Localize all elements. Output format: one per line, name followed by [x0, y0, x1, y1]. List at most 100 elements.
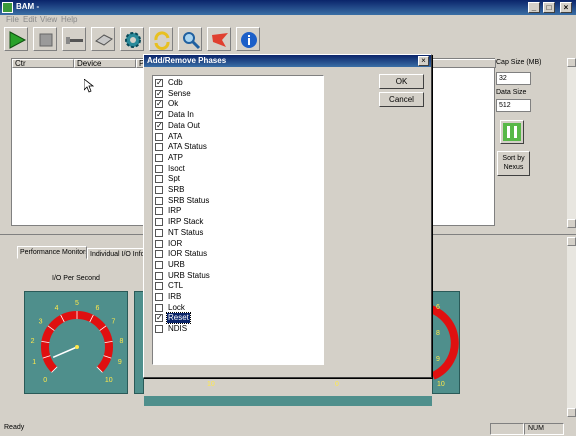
phase-checkbox[interactable] [155, 196, 163, 205]
io-gauge: 0 1 2 3 4 5 6 7 8 9 10 [24, 291, 128, 394]
gauge-3-tick-10: 10 [437, 381, 445, 388]
tab-performance-monitors[interactable]: Performance Monitors [17, 246, 87, 259]
gauge-3-tick-8: 8 [436, 330, 440, 337]
phase-checkbox[interactable] [155, 325, 163, 334]
tab-individual-io[interactable]: Individual I/O Infor [87, 248, 145, 260]
phase-checkbox[interactable]: ✓ [155, 79, 163, 87]
phase-checkbox[interactable]: ✓ [155, 314, 163, 323]
connect-button[interactable] [62, 27, 86, 51]
phase-label: CTL [168, 281, 184, 291]
phase-label: URB [168, 259, 185, 269]
phase-label: ATA [168, 131, 183, 141]
search-button[interactable] [178, 27, 202, 51]
gauge-dial: 0 1 2 3 4 5 6 7 8 9 10 [31, 300, 124, 384]
info-button[interactable] [236, 27, 260, 51]
phase-checkbox[interactable] [155, 250, 163, 259]
search-icon [183, 32, 201, 50]
cable-icon [66, 37, 83, 44]
phase-label: Spt [168, 174, 181, 184]
phase-checkbox[interactable] [155, 260, 163, 269]
gauge-3-tick-6: 6 [436, 304, 440, 311]
phase-label: NT Status [168, 227, 204, 237]
start-button[interactable] [4, 27, 28, 51]
data-size-input[interactable]: 512 [496, 99, 531, 112]
menu-view[interactable]: View [40, 15, 57, 24]
phase-checkbox[interactable] [155, 282, 163, 291]
maximize-button[interactable]: □ [543, 2, 555, 13]
dialog-close-button[interactable]: × [418, 56, 429, 66]
phase-checkbox[interactable] [155, 239, 163, 248]
flag-button[interactable] [207, 27, 231, 51]
gauge-tick-label: 5 [75, 300, 79, 307]
phase-checkbox[interactable] [155, 132, 163, 141]
status-panel-empty [490, 423, 524, 435]
phase-label: ATP [168, 152, 183, 162]
refresh-button[interactable] [149, 27, 173, 51]
lower-scroll-down[interactable] [567, 408, 576, 417]
phase-label: IOR Status [168, 249, 208, 259]
ok-button[interactable]: OK [379, 74, 424, 89]
cap-size-input[interactable]: 32 [496, 72, 531, 85]
phase-checkbox[interactable] [155, 164, 163, 173]
phase-label: IRP Stack [168, 217, 204, 227]
phase-checkbox[interactable] [155, 228, 163, 237]
phase-checkbox[interactable] [155, 153, 163, 162]
sort-by-nexus-button[interactable]: Sort by Nexus [497, 151, 530, 176]
menu-help[interactable]: Help [61, 15, 77, 24]
phase-checkbox[interactable] [155, 175, 163, 184]
status-text: Ready [4, 424, 25, 431]
phase-checkbox[interactable]: ✓ [155, 100, 163, 109]
phase-checkbox[interactable]: ✓ [155, 121, 163, 130]
stop-button[interactable] [33, 27, 57, 51]
phase-checkbox[interactable] [155, 303, 163, 312]
phase-checkbox[interactable]: ✓ [155, 89, 163, 98]
phase-label: ATA Status [168, 142, 207, 152]
pause-icon [503, 123, 521, 141]
phase-checkbox[interactable] [155, 293, 163, 301]
gauge-tick-label: 8 [119, 338, 123, 345]
column-header-ctr[interactable]: Ctr [12, 59, 74, 68]
phase-label: URB Status [168, 270, 210, 280]
phase-checkbox[interactable] [155, 143, 163, 152]
gauge-tick-label: 4 [55, 305, 59, 312]
lower-scroll-up[interactable] [567, 237, 576, 246]
gauge-tick-label: 2 [31, 338, 35, 345]
pause-button[interactable] [500, 120, 524, 144]
minimize-button[interactable]: _ [528, 2, 540, 13]
dialog-title: Add/Remove Phases [144, 55, 431, 67]
cancel-button[interactable]: Cancel [379, 92, 424, 107]
column-header-device[interactable]: Device [74, 59, 136, 68]
phase-checkbox[interactable] [155, 218, 163, 227]
phases-checklist[interactable]: ✓ Cdb ✓ Sense ✓ Ok ✓ Data In ✓ Data Out ATA ATA Sta… [152, 75, 324, 365]
phase-checkbox[interactable] [155, 271, 163, 280]
menu-edit[interactable]: Edit [23, 15, 37, 24]
scroll-down-button[interactable] [567, 219, 576, 228]
gauge-tick-label: 1 [32, 359, 36, 366]
scroll-up-button[interactable] [567, 58, 576, 67]
phase-label: SRB [168, 185, 185, 194]
gauge-strip [144, 396, 432, 406]
lower-scrollbar[interactable] [567, 237, 576, 417]
phase-label: NDIS [168, 324, 188, 334]
title-bar: BAM - _ □ × [0, 0, 576, 15]
settings-button[interactable] [120, 27, 144, 51]
phase-checkbox[interactable] [155, 186, 163, 194]
phase-checkbox[interactable] [155, 207, 163, 216]
phase-label: Lock [168, 302, 185, 312]
cap-size-label: Cap Size (MB) [496, 59, 542, 66]
phase-label: Sense [168, 88, 191, 98]
phase-label: Reset [166, 312, 191, 325]
menu-file[interactable]: File [6, 15, 19, 24]
add-remove-phases-dialog: Add/Remove Phases × ✓ Cdb ✓ Sense ✓ Ok ✓ Data I… [143, 54, 432, 378]
gauge-needle [52, 346, 78, 359]
gauge-3: 6 8 9 [432, 291, 460, 394]
sort-button-line-1: Sort by [502, 155, 525, 162]
refresh-icon [154, 31, 170, 50]
phase-label: IRP [168, 206, 182, 216]
menu-bar: File Edit View Help [0, 15, 576, 26]
disk-button[interactable] [91, 27, 115, 51]
phase-checkbox[interactable]: ✓ [155, 111, 163, 120]
vertical-scrollbar[interactable] [567, 58, 576, 228]
close-button[interactable]: × [560, 2, 572, 13]
gauge-3-tick-9: 9 [436, 356, 440, 363]
